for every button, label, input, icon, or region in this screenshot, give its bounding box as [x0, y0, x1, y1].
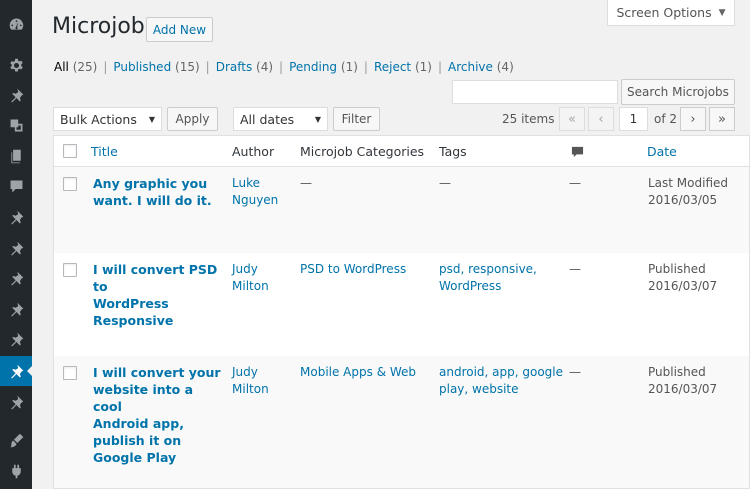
apply-button[interactable]: Apply: [167, 107, 218, 131]
table-row: I will convert PSD to WordPress Responsi…: [54, 253, 749, 356]
row-date: Published 2016/03/07: [648, 365, 718, 396]
comments-icon[interactable]: [0, 171, 32, 201]
total-pages-label: of 2: [654, 112, 678, 126]
view-published-link[interactable]: Published (15): [113, 60, 199, 74]
column-date-header[interactable]: Date: [647, 144, 677, 159]
caret-down-icon: ▼: [718, 7, 726, 18]
row-tags[interactable]: psd, responsive, WordPress: [439, 261, 537, 295]
row-date: Published 2016/03/07: [648, 262, 718, 293]
screen-options-button[interactable]: Screen Options ▼: [607, 0, 735, 26]
current-page-input[interactable]: [619, 107, 648, 131]
bulk-actions-select[interactable]: Bulk Actions ▼: [53, 107, 162, 131]
screen-options-label: Screen Options: [616, 5, 712, 20]
row-author-link[interactable]: Judy Milton: [232, 364, 269, 398]
row-title-link[interactable]: Any graphic you want. I will do it.: [93, 175, 223, 209]
pin-icon[interactable]: [0, 233, 32, 263]
add-new-button[interactable]: Add New: [146, 17, 213, 42]
settings-gear-icon[interactable]: [0, 50, 32, 80]
pin-icon[interactable]: [0, 294, 32, 324]
view-reject-link[interactable]: Reject (1): [374, 60, 432, 74]
prev-page-button: ‹: [588, 107, 614, 131]
bulk-actions-value: Bulk Actions: [60, 111, 137, 127]
row-title-link[interactable]: I will convert your website into a cool …: [93, 364, 223, 466]
row-author-link[interactable]: Judy Milton: [232, 261, 269, 295]
dropdown-arrow-icon: ▼: [314, 114, 321, 124]
row-category-link[interactable]: PSD to WordPress: [300, 261, 406, 278]
row-checkbox[interactable]: [63, 366, 77, 380]
select-all-checkbox[interactable]: [63, 144, 77, 158]
media-icon[interactable]: [0, 110, 32, 140]
view-pending-link[interactable]: Pending (1): [289, 60, 358, 74]
dropdown-arrow-icon: ▼: [148, 114, 155, 124]
view-all-link[interactable]: All (25): [54, 60, 97, 74]
column-title-header[interactable]: Title: [91, 144, 118, 159]
appearance-brush-icon[interactable]: [0, 425, 32, 455]
row-checkbox[interactable]: [63, 263, 77, 277]
row-tags: —: [439, 176, 451, 190]
first-page-button: «: [559, 107, 585, 131]
dashboard-icon[interactable]: [0, 9, 32, 39]
search-input[interactable]: [452, 80, 618, 104]
pin-icon[interactable]: [0, 202, 32, 232]
comments-column-icon[interactable]: [571, 146, 584, 159]
filter-button[interactable]: Filter: [333, 107, 380, 131]
next-page-button[interactable]: ›: [680, 107, 706, 131]
view-drafts-link[interactable]: Drafts (4): [216, 60, 273, 74]
row-comments: —: [569, 365, 581, 379]
row-title-link[interactable]: I will convert PSD to WordPress Responsi…: [93, 261, 223, 329]
dates-value: All dates: [240, 111, 295, 127]
pin-icon[interactable]: [0, 80, 32, 110]
column-author-header: Author: [232, 144, 275, 159]
dates-select[interactable]: All dates ▼: [233, 107, 328, 131]
search-microjobs-button[interactable]: Search Microjobs: [621, 79, 735, 105]
column-categories-header: Microjob Categories: [300, 144, 425, 159]
row-author-link[interactable]: Luke Nguyen: [232, 175, 278, 209]
admin-sidebar: [0, 0, 32, 489]
microjobs-table: Title Author Microjob Categories Tags Da…: [53, 135, 750, 489]
row-date: Last Modified 2016/03/05: [648, 176, 729, 207]
page-title: Microjob: [52, 14, 145, 39]
row-comments: —: [569, 262, 581, 276]
view-archive-link[interactable]: Archive (4): [448, 60, 514, 74]
items-count: 25 items: [502, 112, 555, 126]
status-views: All (25) | Published (15) | Drafts (4) | Pendi…: [54, 60, 514, 74]
plugins-icon[interactable]: [0, 456, 32, 486]
row-comments: —: [569, 176, 581, 190]
table-row: I will convert your website into a cool …: [54, 356, 749, 488]
column-tags-header: Tags: [439, 144, 467, 159]
microjob-pin-icon[interactable]: [0, 356, 32, 386]
pin-icon[interactable]: [0, 263, 32, 293]
pin-icon[interactable]: [0, 387, 32, 417]
table-row: Any graphic you want. I will do it. Luke…: [54, 167, 749, 253]
pages-icon[interactable]: [0, 141, 32, 171]
row-checkbox[interactable]: [63, 177, 77, 191]
row-tags[interactable]: android, app, google play, website: [439, 364, 563, 398]
pin-icon[interactable]: [0, 324, 32, 354]
row-categories: —: [300, 176, 312, 190]
row-category-link[interactable]: Mobile Apps & Web: [300, 364, 416, 381]
last-page-button[interactable]: »: [709, 107, 735, 131]
